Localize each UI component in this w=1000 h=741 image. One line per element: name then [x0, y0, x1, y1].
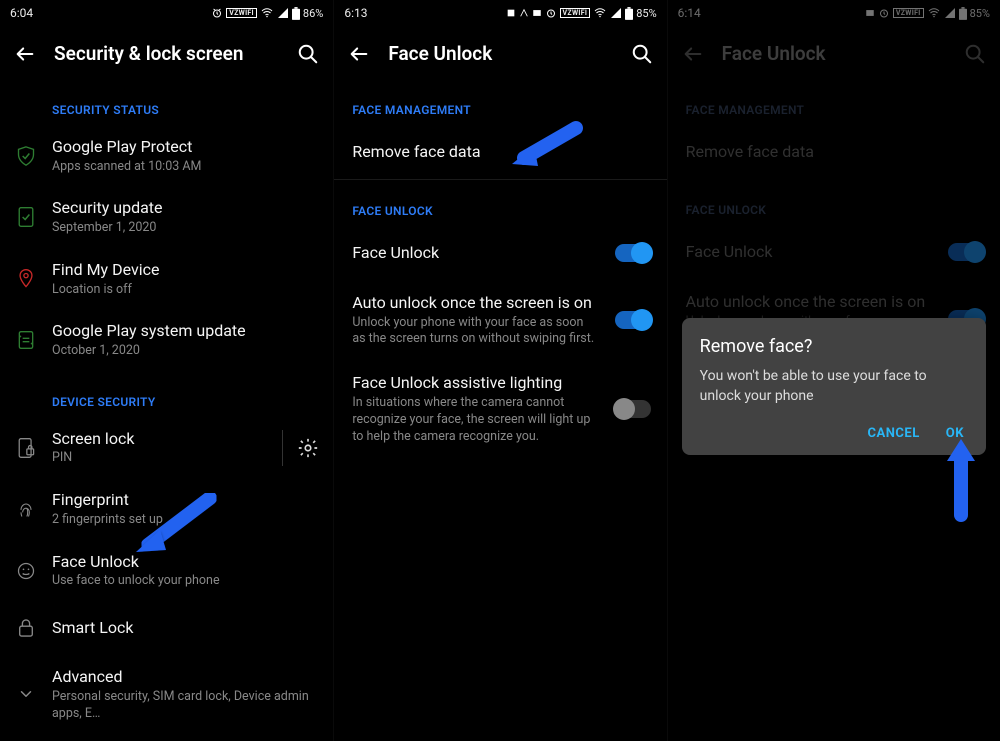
row-sub: Apps scanned at 10:03 AM [52, 159, 319, 176]
search-button[interactable] [631, 43, 653, 65]
notification-icon [532, 8, 542, 18]
row-sub: Location is off [52, 282, 319, 299]
status-time: 6:04 [10, 6, 33, 20]
system-update-icon [14, 329, 38, 351]
row-title: Face Unlock [352, 242, 594, 264]
row-sub: PIN [52, 450, 254, 467]
row-title: Remove face data [352, 141, 644, 163]
dialog-ok-button[interactable]: OK [946, 426, 964, 441]
row-sub: In situations where the camera cannot re… [352, 395, 594, 446]
battery-icon [292, 7, 300, 20]
fingerprint-icon [14, 498, 38, 520]
row-title: Security update [52, 197, 319, 219]
dialog-message: You won't be able to use your face to un… [700, 367, 968, 406]
row-title: Advanced [52, 666, 319, 688]
alarm-icon [545, 7, 557, 19]
row-title: Screen lock [52, 428, 254, 450]
chevron-down-icon [14, 685, 38, 703]
notification-icon [506, 8, 516, 18]
signal-icon [277, 7, 289, 19]
screen-face-unlock-dialog: 6:14 VZWIFI 85% Face Unlock FACE MANAGEM… [667, 0, 1000, 741]
row-screen-lock[interactable]: Screen lock PIN [0, 417, 333, 478]
row-title: Face Unlock assistive lighting [352, 372, 594, 394]
row-play-protect[interactable]: Google Play Protect Apps scanned at 10:0… [0, 125, 333, 186]
face-icon [14, 561, 38, 581]
dialog-cancel-button[interactable]: CANCEL [867, 426, 919, 441]
row-sub: October 1, 2020 [52, 343, 319, 360]
row-sub: Personal security, SIM card lock, Device… [52, 689, 319, 723]
phone-check-icon [14, 206, 38, 228]
row-system-update[interactable]: Google Play system update October 1, 202… [0, 309, 333, 370]
row-advanced[interactable]: Advanced Personal security, SIM card loc… [0, 655, 333, 733]
row-title: Fingerprint [52, 489, 319, 511]
status-bar: 6:04 VZWIFI 86% [0, 0, 333, 26]
row-sub: 2 fingerprints set up [52, 512, 319, 529]
shield-check-icon [14, 145, 38, 167]
row-title: Auto unlock once the screen is on [352, 292, 594, 314]
section-device-security: DEVICE SECURITY [0, 371, 333, 417]
row-title: Smart Lock [52, 617, 319, 639]
row-find-my-device[interactable]: Find My Device Location is off [0, 248, 333, 309]
row-sub: Use face to unlock your phone [52, 573, 319, 590]
toggle-assistive-lighting[interactable] [615, 400, 651, 418]
row-title: Google Play Protect [52, 136, 319, 158]
screen-face-unlock: 6:13 VZWIFI 85% Face Unlock FACE MANAGEM… [333, 0, 666, 741]
status-icons: VZWIFI 85% [506, 7, 657, 20]
row-fingerprint[interactable]: Fingerprint 2 fingerprints set up [0, 478, 333, 539]
location-off-icon [14, 268, 38, 290]
back-button[interactable] [348, 43, 370, 65]
divider [282, 430, 283, 466]
row-remove-face-data[interactable]: Remove face data [334, 125, 666, 179]
toggle-face-unlock[interactable] [615, 244, 651, 262]
header: Face Unlock [334, 26, 666, 79]
row-title: Face Unlock [52, 551, 319, 573]
search-button[interactable] [297, 43, 319, 65]
status-icons: VZWIFI 86% [211, 7, 323, 20]
status-battery: 85% [636, 7, 656, 20]
header: Security & lock screen [0, 26, 333, 79]
wifi-icon [593, 7, 607, 19]
remove-face-dialog: Remove face? You won't be able to use yo… [682, 318, 986, 455]
row-smart-lock[interactable]: Smart Lock [0, 601, 333, 655]
section-face-management: FACE MANAGEMENT [334, 79, 666, 125]
row-face-unlock[interactable]: Face Unlock Use face to unlock your phon… [0, 540, 333, 601]
row-title: Google Play system update [52, 320, 319, 342]
row-sub: September 1, 2020 [52, 220, 319, 237]
screen-lock-settings-button[interactable] [297, 437, 319, 459]
status-time: 6:13 [344, 6, 367, 20]
screen-security-settings: 6:04 VZWIFI 86% Security & lock screen S… [0, 0, 333, 741]
notification-icon [519, 8, 529, 18]
status-bar: 6:13 VZWIFI 85% [334, 0, 666, 26]
dialog-title: Remove face? [700, 336, 968, 357]
phone-lock-icon [14, 437, 38, 459]
row-assistive-lighting[interactable]: Face Unlock assistive lighting In situat… [334, 360, 666, 457]
toggle-auto-unlock[interactable] [615, 311, 651, 329]
row-title: Find My Device [52, 259, 319, 281]
row-security-update[interactable]: Security update September 1, 2020 [0, 186, 333, 247]
alarm-icon [211, 7, 223, 19]
page-title: Security & lock screen [54, 42, 279, 65]
section-face-unlock: FACE UNLOCK [334, 180, 666, 226]
section-security-status: SECURITY STATUS [0, 79, 333, 125]
status-battery: 86% [303, 7, 323, 20]
wifi-icon [260, 7, 274, 19]
lock-icon [14, 617, 38, 639]
vzwifi-badge: VZWIFI [560, 8, 591, 18]
battery-icon [625, 7, 633, 20]
row-face-unlock-toggle[interactable]: Face Unlock [334, 226, 666, 280]
row-sub: Unlock your phone with your face as soon… [352, 315, 594, 349]
signal-icon [610, 7, 622, 19]
page-title: Face Unlock [388, 42, 612, 65]
row-auto-unlock[interactable]: Auto unlock once the screen is on Unlock… [334, 280, 666, 360]
back-button[interactable] [14, 43, 36, 65]
vzwifi-badge: VZWIFI [226, 8, 257, 18]
